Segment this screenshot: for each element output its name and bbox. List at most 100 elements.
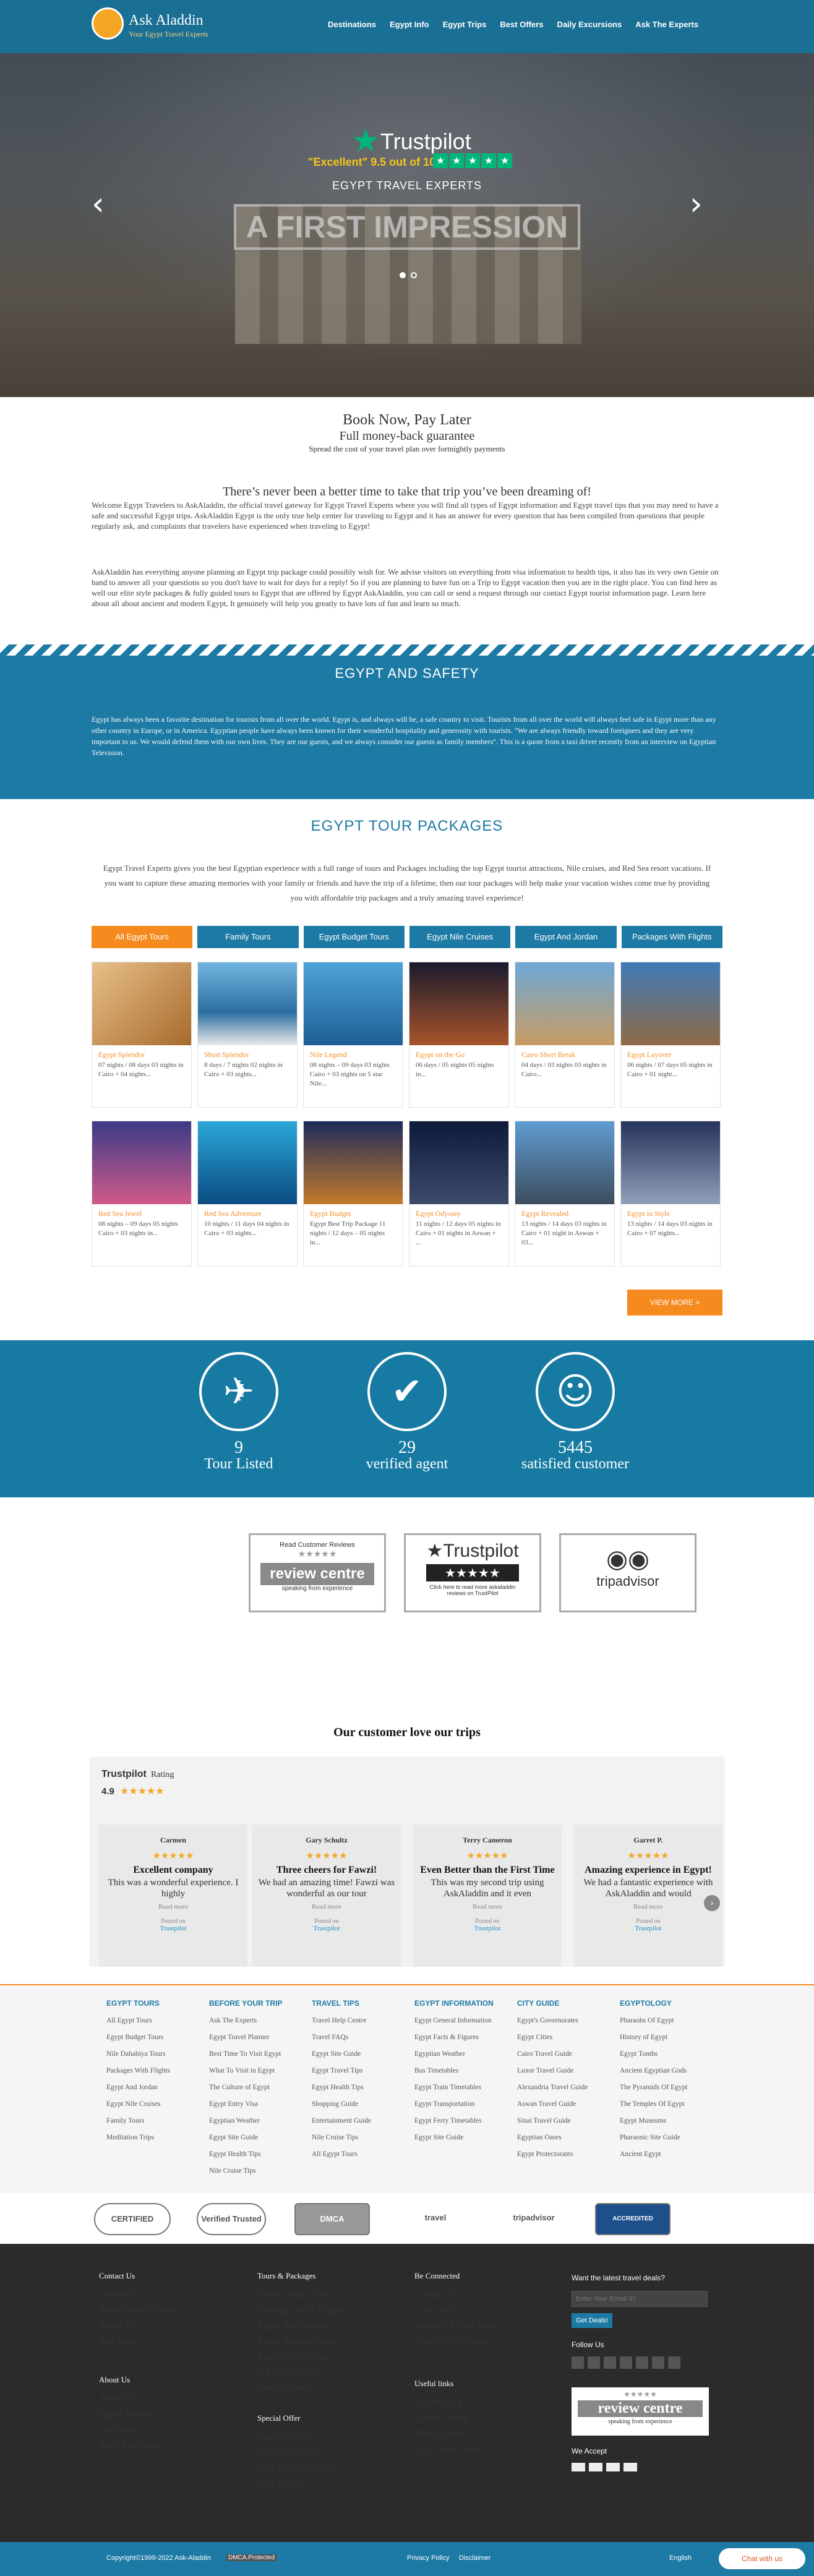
footer-link[interactable]: Egypt Facts & Figures <box>414 2029 507 2046</box>
package-card[interactable]: Egypt Budget Egypt Best Trip Package 11 n… <box>303 1121 403 1267</box>
reviewcentre-badge[interactable]: Read Customer Reviews ★★★★★ review centr… <box>249 1533 386 1612</box>
footer-link[interactable]: Bus Timetables <box>414 2063 507 2079</box>
footer-link[interactable]: Shopping Guide <box>312 2096 405 2113</box>
footer-link[interactable]: Egypt Nile Cruises <box>106 2096 199 2113</box>
footer-link[interactable]: Small Group Tours <box>257 2287 393 2303</box>
footer-link[interactable]: Site Map <box>99 2334 235 2349</box>
footer-link[interactable]: Meet The Team <box>99 2437 235 2453</box>
nav-egypt-trips[interactable]: Egypt Trips <box>443 20 487 29</box>
package-card[interactable]: Egypt Revealed 13 nights / 14 days 03 nig… <box>515 1121 615 1267</box>
footer-link[interactable]: Packages With Flights <box>257 2303 393 2318</box>
youtube-icon[interactable] <box>620 2356 632 2369</box>
package-card[interactable]: Nile Legend 08 nights – 09 days 03 nights… <box>303 962 403 1108</box>
footer-link[interactable]: Egypt General Information <box>414 2013 507 2029</box>
review-card[interactable]: Gary Schultz ★★★★★ Three cheers for Fawzi!… <box>252 1825 401 1967</box>
tab-budget-tours[interactable]: Egypt Budget Tours <box>303 926 405 948</box>
footer-link[interactable]: Egyptian Oases <box>517 2129 610 2146</box>
slider-dots[interactable] <box>400 272 417 278</box>
review-card[interactable]: Garret P. ★★★★★ Amazing experience in Egyp… <box>574 1825 722 1967</box>
footer-link[interactable]: Egypt Budget Tours <box>106 2029 199 2046</box>
footer-link[interactable]: Luxor Travel Guide <box>517 2063 610 2079</box>
footer-link[interactable]: Egypt Protectorates <box>517 2146 610 2163</box>
footer-link[interactable]: Nile Cruise Tips <box>312 2129 405 2146</box>
newsletter-email-input[interactable] <box>572 2291 708 2307</box>
dmca-badge[interactable]: DMCA PROTECTED <box>294 2203 370 2253</box>
footer-link[interactable]: Travel FAQs <box>312 2029 405 2046</box>
footer-link[interactable]: Best Offers <box>257 2476 393 2491</box>
footer-link[interactable]: Meditation Trips <box>106 2129 199 2146</box>
footer-link[interactable]: Egypt Health Tips <box>209 2146 302 2163</box>
bbb-badge[interactable]: ACCREDITED BUSINESS A+ <box>595 2203 670 2252</box>
footer-link[interactable]: Family Tours <box>257 2380 393 2395</box>
footer-link[interactable]: Travel Forum <box>414 2410 551 2426</box>
footer-link[interactable]: The Culture of Egypt <box>209 2079 302 2096</box>
footer-link[interactable]: Egypt's Governorates <box>517 2013 610 2029</box>
footer-reviewcentre-badge[interactable]: ★★★★★ review centre speaking from experi… <box>572 2387 709 2436</box>
review-card[interactable]: Carmen ★★★★★ Excellent company This was a w… <box>99 1825 247 1967</box>
dmca-link[interactable]: DMCA.Protected <box>226 2554 277 2561</box>
footer-link[interactable]: Family Tours <box>106 2113 199 2129</box>
footer-link[interactable]: The Pyramids Of Egypt <box>620 2079 713 2096</box>
footer-link[interactable]: Nile Dahabiya Tours <box>257 2460 393 2476</box>
nav-ask-experts[interactable]: Ask The Experts <box>635 20 698 29</box>
chevron-right-icon[interactable]: › <box>690 186 703 223</box>
footer-link[interactable]: Egyptian Weather <box>414 2046 507 2063</box>
footer-link[interactable]: Egyptian Weather <box>209 2113 302 2129</box>
footer-link[interactable]: Egypt Site Guide <box>414 2129 507 2146</box>
package-card[interactable]: Cairo Short Break 04 days / 03 nights 03 … <box>515 962 615 1108</box>
footer-link[interactable]: Packages With Flights <box>106 2063 199 2079</box>
footer-link[interactable]: All Egypt Tours <box>312 2146 405 2163</box>
footer-link[interactable]: All Egypt Tours <box>106 2013 199 2029</box>
footer-link[interactable]: Travel Help Centre <box>312 2013 405 2029</box>
footer-link[interactable]: Entertainment Guide <box>312 2113 405 2129</box>
footer-link[interactable]: Egypt Ferry Timetables <box>414 2113 507 2129</box>
footer-link[interactable]: Nile Dahabiya Tours <box>106 2046 199 2063</box>
footer-link[interactable]: Egypt Train Timetables <box>414 2079 507 2096</box>
footer-link[interactable]: Egypt And Jordan <box>257 2318 393 2334</box>
footer-link[interactable]: Egypt Site Guide <box>209 2129 302 2146</box>
footer-link[interactable]: Egypt Travel Tips <box>312 2063 405 2079</box>
footer-link[interactable]: Ask The Experts <box>209 2013 302 2029</box>
footer-link[interactable]: Request A Call Back <box>414 2318 551 2334</box>
footer-link[interactable]: Egypt Cities <box>517 2029 610 2046</box>
footer-link[interactable]: Egypt Health Tips <box>312 2079 405 2096</box>
package-card[interactable]: Red Sea Jewel 08 nights – 09 days 05 nigh… <box>92 1121 192 1267</box>
footer-link[interactable]: Egypt Museums <box>620 2113 713 2129</box>
footer-link[interactable]: Travel Help Centre <box>99 2303 235 2318</box>
footer-link[interactable]: Photo Gallery <box>414 2426 551 2441</box>
privacy-link[interactable]: Privacy Policy <box>407 2554 449 2562</box>
tab-family-tours[interactable]: Family Tours <box>197 926 299 948</box>
footer-link[interactable]: Ancient Egypt <box>620 2146 713 2163</box>
footer-link[interactable]: About Us <box>99 2318 235 2334</box>
footer-link[interactable]: What To Visit in Egypt <box>209 2063 302 2079</box>
package-card[interactable]: Egypt Odyssey 11 nights / 12 days 05 nigh… <box>409 1121 509 1267</box>
footer-link[interactable]: Live Chat <box>414 2303 551 2318</box>
language-select[interactable]: English <box>669 2554 692 2562</box>
tab-nile-cruises[interactable]: Egypt Nile Cruises <box>409 926 511 948</box>
chevron-left-icon[interactable]: ‹ <box>92 186 105 223</box>
chat-button[interactable]: Chat with us <box>719 2548 805 2569</box>
chevron-right-icon[interactable]: › <box>704 1895 720 1911</box>
nav-daily-excursions[interactable]: Daily Excursions <box>557 20 622 29</box>
footer-link[interactable]: Egypt Budget Tours <box>257 2334 393 2349</box>
nav-egypt-info[interactable]: Egypt Info <box>390 20 429 29</box>
footer-link[interactable]: Gift Certificates <box>257 2445 393 2460</box>
view-more-button[interactable]: VIEW MORE > <box>627 1290 722 1316</box>
footer-link[interactable]: Egypt And Jordan <box>106 2079 199 2096</box>
linkedin-icon[interactable] <box>604 2356 616 2369</box>
footer-link[interactable]: Ancient Egyptian Gods <box>620 2063 713 2079</box>
package-card[interactable]: Egypt in Style 13 nights / 14 days 03 nig… <box>620 1121 721 1267</box>
footer-link[interactable]: Pharaonic Site Guide <box>620 2129 713 2146</box>
footer-link[interactable]: Egypt Site Guide <box>312 2046 405 2063</box>
footer-link[interactable]: Egypt Tombs <box>620 2046 713 2063</box>
package-card[interactable]: Short Splendor 8 days / 7 nights 02 night… <box>197 962 298 1108</box>
footer-link[interactable]: Sinai Travel Guide <box>517 2113 610 2129</box>
footer-link[interactable]: Best Time To Visit Egypt <box>209 2046 302 2063</box>
email-icon[interactable] <box>668 2356 680 2369</box>
tripadvisor-badge[interactable]: ◉◉ tripadvisor <box>559 1533 696 1612</box>
package-card[interactable]: Red Sea Adventure 10 nights / 11 days 04 … <box>197 1121 298 1267</box>
tab-egypt-jordan[interactable]: Egypt And Jordan <box>515 926 617 948</box>
twitter-icon[interactable] <box>588 2356 600 2369</box>
footer-link[interactable]: Cairo Travel Guide <box>517 2046 610 2063</box>
nav-destinations[interactable]: Destinations <box>328 20 376 29</box>
